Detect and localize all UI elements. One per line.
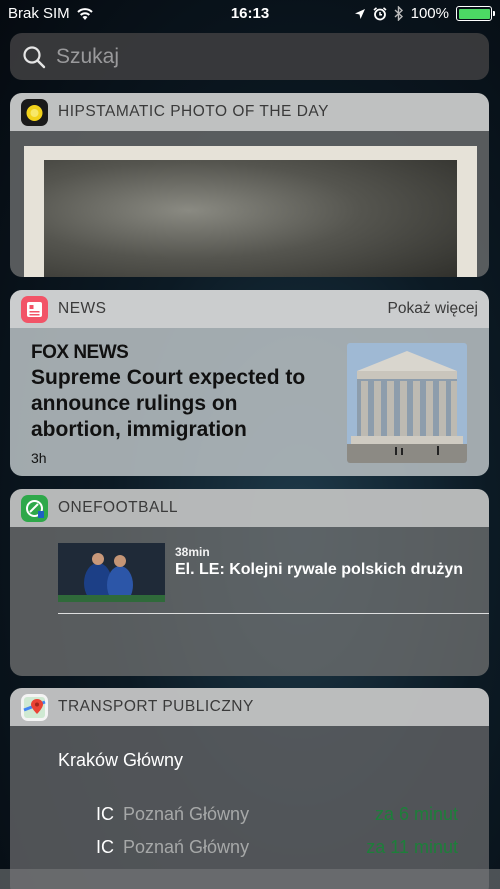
hipstamatic-app-icon (21, 98, 48, 126)
google-maps-app-icon (21, 693, 48, 721)
news-headline: Supreme Court expected to announce rulin… (31, 366, 306, 441)
hipstamatic-title: HIPSTAMATIC PHOTO OF THE DAY (58, 103, 329, 120)
onefootball-time: 38min (175, 545, 210, 559)
onefootball-thumbnail (58, 543, 165, 602)
news-source-logo: FOX NEWS (31, 342, 129, 363)
onefootball-title: ONEFOOTBALL (58, 499, 179, 516)
status-right: 100% (354, 5, 495, 22)
search-bar[interactable] (10, 33, 489, 80)
news-title: NEWS (58, 300, 107, 317)
news-article[interactable]: FOX NEWS Supreme Court expected to annou… (10, 330, 489, 476)
alarm-icon (373, 6, 387, 20)
battery-percent: 100% (410, 5, 449, 22)
news-app-icon (21, 295, 48, 323)
bluetooth-icon (394, 6, 403, 21)
onefootball-header: ONEFOOTBALL (10, 489, 489, 527)
departure-row[interactable]: IC Poznań Główny za 6 minut (10, 804, 489, 830)
train-eta: za 6 minut (374, 804, 458, 824)
battery-icon (456, 6, 495, 21)
departure-row[interactable]: IC Poznań Główny za 11 minut (10, 837, 489, 863)
show-more-link[interactable]: Pokaż więcej (388, 300, 478, 318)
news-header: NEWS Pokaż więcej (10, 290, 489, 328)
onefootball-widget[interactable]: ONEFOOTBALL 38min El. LE: Kolejni rywale… (10, 489, 489, 676)
transport-header: TRANSPORT PUBLICZNY (10, 688, 489, 726)
train-destination: Poznań Główny (123, 837, 250, 857)
onefootball-headline: El. LE: Kolejni rywale polskich drużyn (175, 561, 464, 578)
train-destination: Poznań Główny (123, 804, 250, 824)
next-widget-edge (0, 869, 500, 889)
photo-image (44, 160, 457, 277)
search-icon (23, 45, 46, 68)
location-arrow-icon (354, 8, 365, 19)
train-type: IC (96, 837, 114, 857)
hipstamatic-header: HIPSTAMATIC PHOTO OF THE DAY (10, 93, 489, 131)
news-age: 3h (31, 450, 47, 466)
photo-of-the-day[interactable] (24, 146, 477, 277)
news-widget[interactable]: NEWS Pokaż więcej FOX NEWS Supreme Court… (10, 290, 489, 476)
news-thumbnail (347, 343, 467, 463)
onefootball-app-icon (21, 494, 48, 522)
hipstamatic-widget[interactable]: HIPSTAMATIC PHOTO OF THE DAY (10, 93, 489, 277)
train-type: IC (96, 804, 114, 824)
transport-widget[interactable]: TRANSPORT PUBLICZNY Kraków Główny IC Poz… (10, 688, 489, 889)
train-eta: za 11 minut (366, 837, 458, 857)
search-input[interactable] (56, 44, 456, 69)
divider (58, 613, 489, 614)
battery-fill (458, 8, 490, 19)
status-bar: Brak SIM 16:13 100% (0, 0, 500, 28)
transport-title: TRANSPORT PUBLICZNY (58, 698, 254, 715)
station-name: Kraków Główny (58, 750, 184, 770)
